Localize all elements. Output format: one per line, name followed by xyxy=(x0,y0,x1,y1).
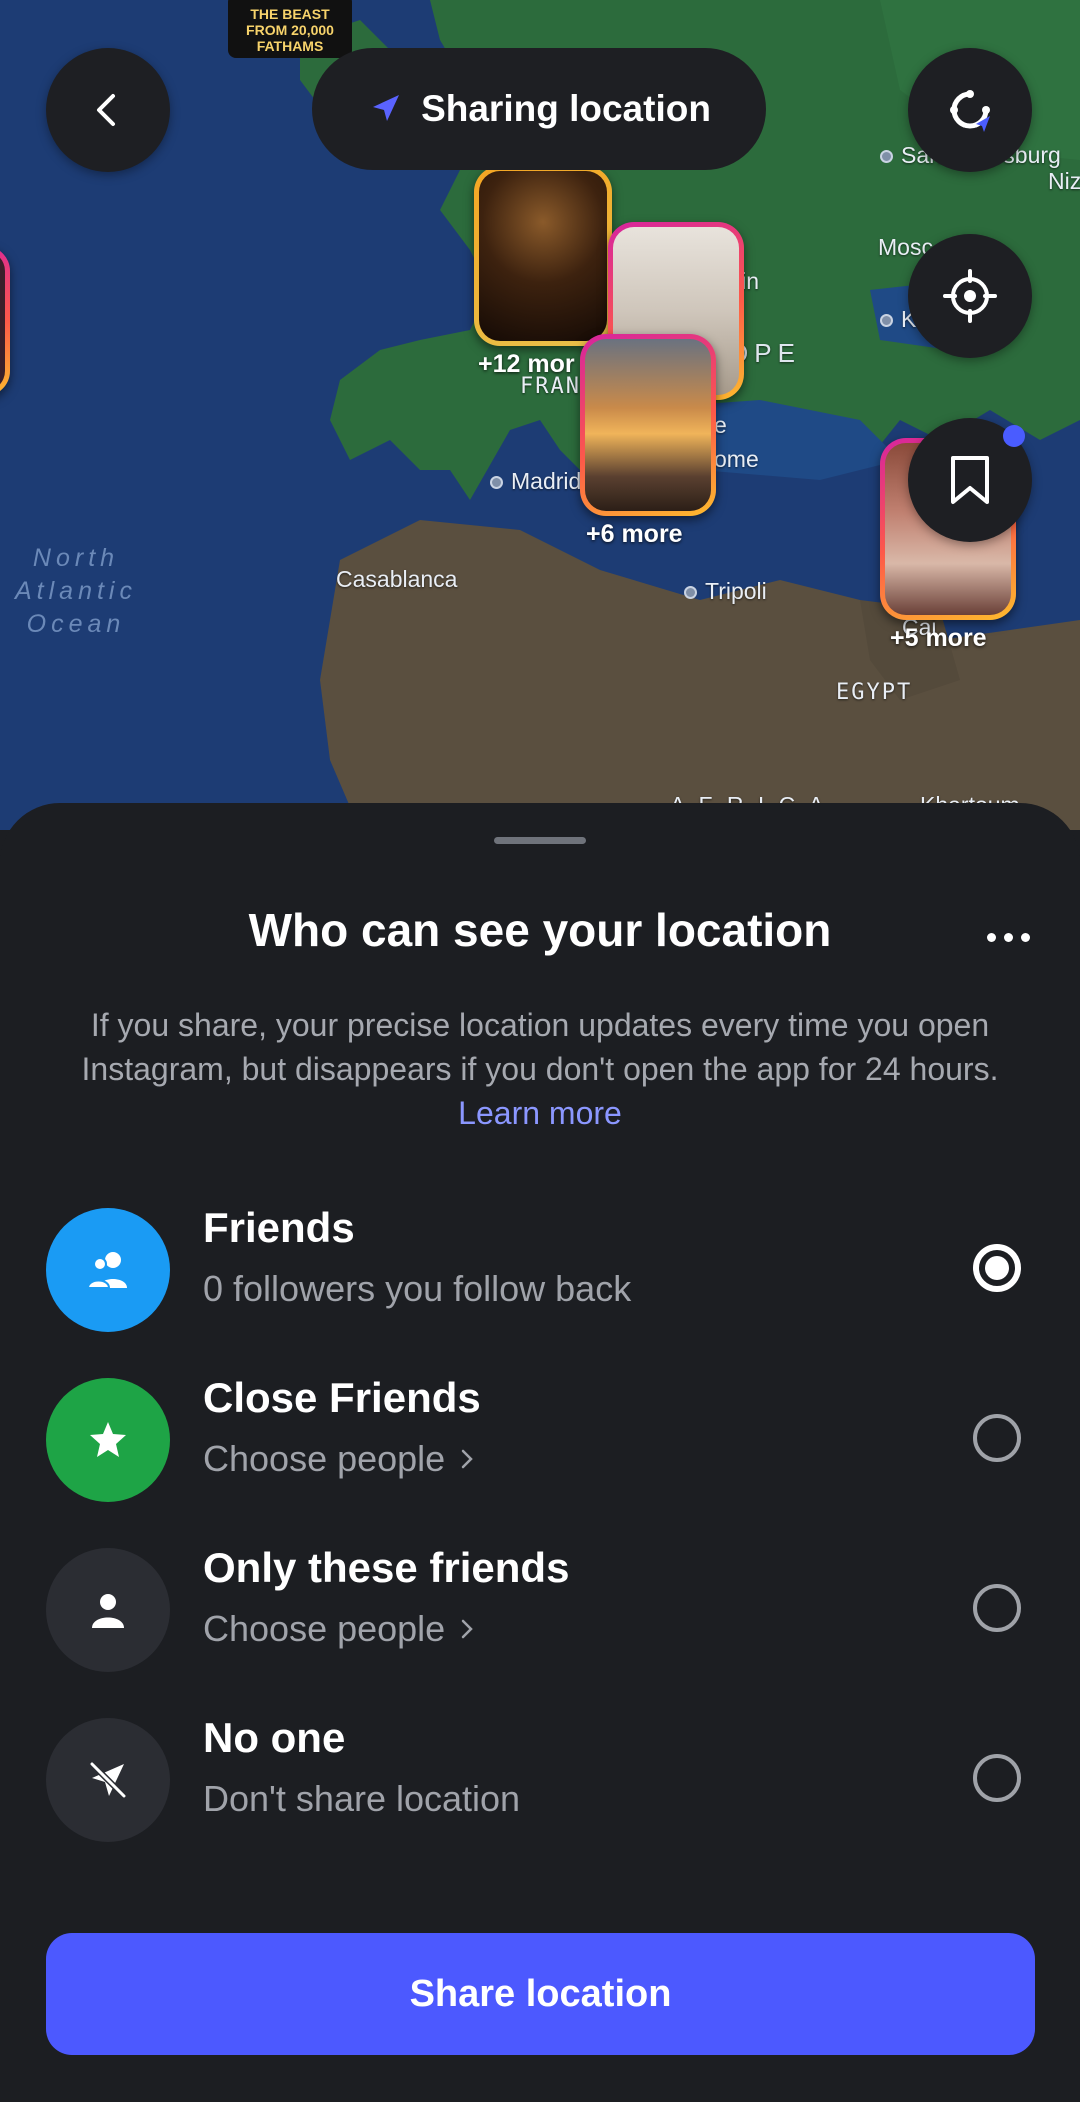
refresh-location-icon xyxy=(950,90,990,132)
description-text: If you share, your precise location upda… xyxy=(81,1007,999,1087)
my-location-button[interactable] xyxy=(908,234,1032,358)
radio-unselected[interactable] xyxy=(973,1584,1021,1632)
sheet-description: If you share, your precise location upda… xyxy=(48,1003,1032,1135)
map-pin-offscreen[interactable] xyxy=(0,246,10,396)
option-sub: Don't share location xyxy=(203,1778,520,1820)
map-pin-cluster-1[interactable] xyxy=(474,166,612,346)
chevron-left-icon xyxy=(97,94,115,126)
option-friends[interactable]: Friends 0 followers you follow back xyxy=(0,1186,1080,1346)
star-icon xyxy=(46,1378,170,1502)
back-button[interactable] xyxy=(46,48,170,172)
map-label-madrid: Madrid xyxy=(490,468,581,495)
option-close-friends[interactable]: Close Friends Choose people xyxy=(0,1356,1080,1516)
option-sub-text: 0 followers you follow back xyxy=(203,1268,632,1309)
option-sub-text: Choose people xyxy=(203,1438,446,1479)
option-sub[interactable]: Choose people xyxy=(203,1438,475,1480)
pin-photo xyxy=(479,171,607,341)
bookmark-icon xyxy=(951,456,989,504)
cluster-3-count: +6 more xyxy=(586,520,683,548)
refresh-location-button[interactable] xyxy=(908,48,1032,172)
option-only-these-friends[interactable]: Only these friends Choose people xyxy=(0,1526,1080,1686)
option-label: Close Friends xyxy=(203,1374,481,1421)
option-sub: 0 followers you follow back xyxy=(203,1268,631,1310)
sharing-location-label: Sharing location xyxy=(421,88,711,129)
chevron-right-icon xyxy=(461,1619,473,1639)
map-label-ocean: North Atlantic Ocean xyxy=(15,544,137,638)
drag-handle[interactable] xyxy=(494,837,586,844)
cluster-4-count: +5 more xyxy=(890,624,987,652)
navigation-arrow-icon xyxy=(373,95,400,121)
person-icon xyxy=(46,1548,170,1672)
radio-selected[interactable] xyxy=(973,1244,1021,1292)
option-label: No one xyxy=(203,1714,346,1761)
map-label-nizhny: Niz No xyxy=(1048,168,1080,194)
sharing-location-pill[interactable]: Sharing location xyxy=(312,48,766,170)
option-sub[interactable]: Choose people xyxy=(203,1608,475,1650)
cluster-1-count: +12 mor xyxy=(478,350,575,378)
option-label: Friends xyxy=(203,1204,355,1251)
share-location-button[interactable]: Share location xyxy=(46,1933,1035,2055)
map-label-egypt: EGYPT xyxy=(836,680,913,705)
crosshair-icon xyxy=(943,269,997,323)
learn-more-link[interactable]: Learn more xyxy=(458,1095,622,1131)
sheet-title: Who can see your location xyxy=(248,904,832,956)
option-sub-text: Don't share location xyxy=(203,1778,521,1819)
chevron-right-icon xyxy=(461,1449,473,1469)
map-label-casablanca: Casablanca xyxy=(336,566,458,592)
radio-unselected[interactable] xyxy=(973,1754,1021,1802)
map-label-tripoli: Tripoli xyxy=(684,578,767,605)
poster-text: THE BEAST FROM 20,000 FATHAMS xyxy=(246,6,334,54)
more-options-icon[interactable] xyxy=(987,933,1030,942)
movie-poster-thumbnail[interactable]: THE BEAST FROM 20,000 FATHAMS xyxy=(228,0,352,58)
option-sub-text: Choose people xyxy=(203,1608,446,1649)
radio-unselected[interactable] xyxy=(973,1414,1021,1462)
map-label-rome: ome xyxy=(714,446,759,472)
location-off-icon xyxy=(46,1718,170,1842)
friends-icon xyxy=(46,1208,170,1332)
pin-photo xyxy=(585,339,711,511)
option-label: Only these friends xyxy=(203,1544,570,1591)
map-pin-cluster-3[interactable] xyxy=(580,334,716,516)
map-view[interactable]: THE BEAST FROM 20,000 FATHAMS San Peters… xyxy=(0,0,1080,830)
location-audience-sheet: Who can see your location If you share, … xyxy=(0,803,1080,2102)
option-no-one[interactable]: No one Don't share location xyxy=(0,1696,1080,1856)
notification-dot xyxy=(1003,425,1025,447)
